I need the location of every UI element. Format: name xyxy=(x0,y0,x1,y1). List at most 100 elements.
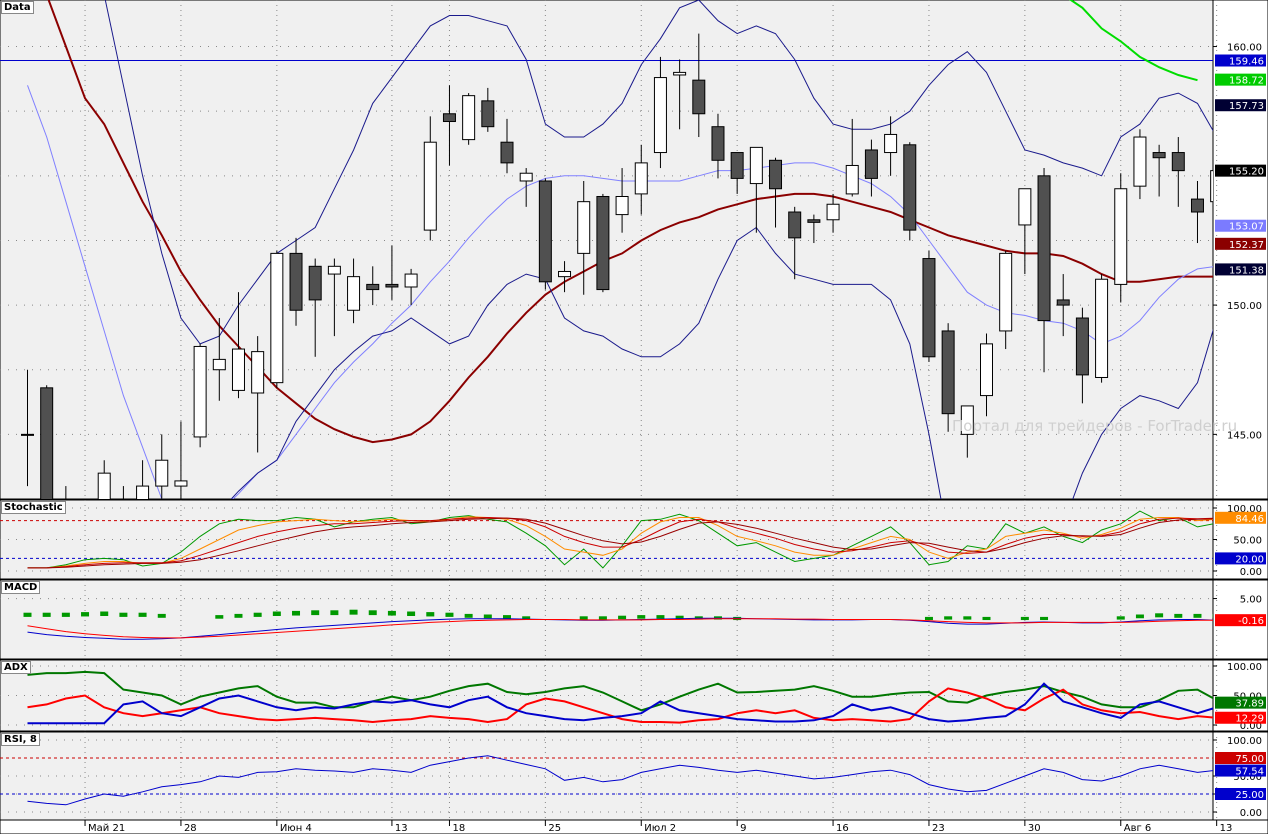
macd-histogram-bar xyxy=(1174,613,1183,618)
y-tick-label: 160.00 xyxy=(1227,43,1262,54)
candle-body xyxy=(423,141,437,231)
value-tag-label: 153.07 xyxy=(1229,222,1264,233)
candle-body xyxy=(615,195,629,216)
candle-body xyxy=(653,77,667,154)
candle-body xyxy=(1056,299,1070,306)
candle-body xyxy=(1114,188,1128,285)
macd-histogram-bar xyxy=(944,616,953,620)
candle-body xyxy=(212,358,226,371)
macd-histogram-bar xyxy=(426,612,435,617)
value-tag-label: 151.38 xyxy=(1229,265,1264,276)
candle-body xyxy=(327,265,341,275)
macd-histogram-bar xyxy=(1116,616,1125,620)
macd-histogram-bar xyxy=(1020,616,1029,621)
candle-body xyxy=(596,195,610,291)
macd-histogram-bar xyxy=(982,616,991,621)
candle-body xyxy=(442,113,456,123)
candle-body xyxy=(1075,317,1089,376)
panel-background xyxy=(0,499,1214,580)
macd-histogram-bar xyxy=(349,609,358,615)
macd-histogram-bar xyxy=(234,613,243,618)
macd-histogram-bar xyxy=(503,615,511,619)
candle-body xyxy=(903,144,917,231)
x-tick-label: Июн 4 xyxy=(280,823,312,834)
macd-histogram-bar xyxy=(656,615,665,619)
candle-body xyxy=(1037,175,1051,322)
y-tick-label: 50.00 xyxy=(1233,536,1262,547)
candle-body xyxy=(634,162,648,195)
y-tick-label: 100.00 xyxy=(1227,736,1262,747)
panel-background xyxy=(0,659,1214,732)
candle-body xyxy=(347,276,361,311)
macd-histogram-bar xyxy=(483,614,492,619)
macd-histogram-bar xyxy=(215,615,224,619)
candle-body xyxy=(788,211,802,239)
candle-body xyxy=(289,252,303,311)
macd-histogram-bar xyxy=(387,610,396,616)
candle-body xyxy=(462,95,476,141)
value-tag-label: 25.00 xyxy=(1235,790,1264,801)
candle-body xyxy=(519,172,533,182)
macd-histogram-bar xyxy=(138,612,147,617)
candle-body xyxy=(558,270,572,278)
macd-histogram-bar xyxy=(1193,613,1202,618)
macd-histogram-bar xyxy=(1135,614,1144,619)
macd-panel-title: MACD xyxy=(1,581,41,594)
candle-body xyxy=(980,343,993,397)
value-tag-label: 75.00 xyxy=(1235,754,1264,765)
macd-histogram-bar xyxy=(157,613,166,618)
value-tag-label: 12.29 xyxy=(1235,714,1264,725)
candle-body xyxy=(673,71,687,76)
value-tag-label: 37.89 xyxy=(1235,699,1264,710)
candle-body xyxy=(404,273,418,288)
y-tick-label: 150.00 xyxy=(1227,301,1262,312)
candle-body xyxy=(538,180,552,283)
value-tag-label: 157.73 xyxy=(1229,101,1264,112)
candle-body xyxy=(922,258,936,358)
x-tick-label: 13 xyxy=(1220,823,1233,834)
candle-body xyxy=(1190,198,1204,213)
macd-histogram-bar xyxy=(368,610,377,616)
macd-histogram-bar xyxy=(42,612,51,617)
macd-histogram-bar xyxy=(464,613,473,618)
candle-body xyxy=(270,252,284,384)
macd-histogram-bar xyxy=(100,611,109,616)
y-tick-label: 0.00 xyxy=(1240,808,1262,819)
candle-body xyxy=(500,141,514,164)
macd-histogram-bar xyxy=(23,612,32,617)
x-tick-label: 25 xyxy=(548,823,561,834)
candle-body xyxy=(21,433,34,436)
macd-histogram-bar xyxy=(311,610,320,616)
macd-histogram-bar xyxy=(1155,613,1164,618)
value-tag-label: 84.46 xyxy=(1235,514,1264,525)
value-tag-label: 158.72 xyxy=(1229,76,1264,87)
value-tag-label: -0.16 xyxy=(1238,616,1264,627)
panel-background xyxy=(0,731,1214,821)
watermark: Портал для трейдеров - ForTrader.ru xyxy=(952,417,1238,435)
rsi-panel-title: RSI, 8 xyxy=(1,733,40,746)
macd-histogram-bar xyxy=(292,610,301,616)
candle-body xyxy=(1171,152,1185,172)
macd-histogram-bar xyxy=(924,616,933,621)
x-tick-label: 16 xyxy=(836,823,849,834)
macd-histogram-bar xyxy=(330,610,339,616)
x-tick-label: Июл 2 xyxy=(644,823,676,834)
candle-body xyxy=(999,252,1013,332)
macd-histogram-bar xyxy=(637,615,646,619)
macd-histogram-bar xyxy=(81,612,90,617)
candle-body xyxy=(577,201,591,254)
x-tick-label: Авг 6 xyxy=(1124,823,1152,834)
macd-histogram-bar xyxy=(253,612,262,617)
macd-histogram-bar xyxy=(579,616,588,620)
candle-body xyxy=(1018,188,1032,226)
macd-histogram-bar xyxy=(272,611,281,616)
x-tick-label: 18 xyxy=(452,823,465,834)
y-tick-label: 0.00 xyxy=(1240,567,1262,578)
macd-histogram-bar xyxy=(618,615,627,620)
candle-body xyxy=(1152,152,1166,159)
candle-body xyxy=(481,100,495,128)
x-tick-label: Май 21 xyxy=(88,823,125,834)
price-panel-title: Data xyxy=(1,1,34,14)
candle-body xyxy=(826,203,840,221)
macd-histogram-bar xyxy=(407,611,416,616)
